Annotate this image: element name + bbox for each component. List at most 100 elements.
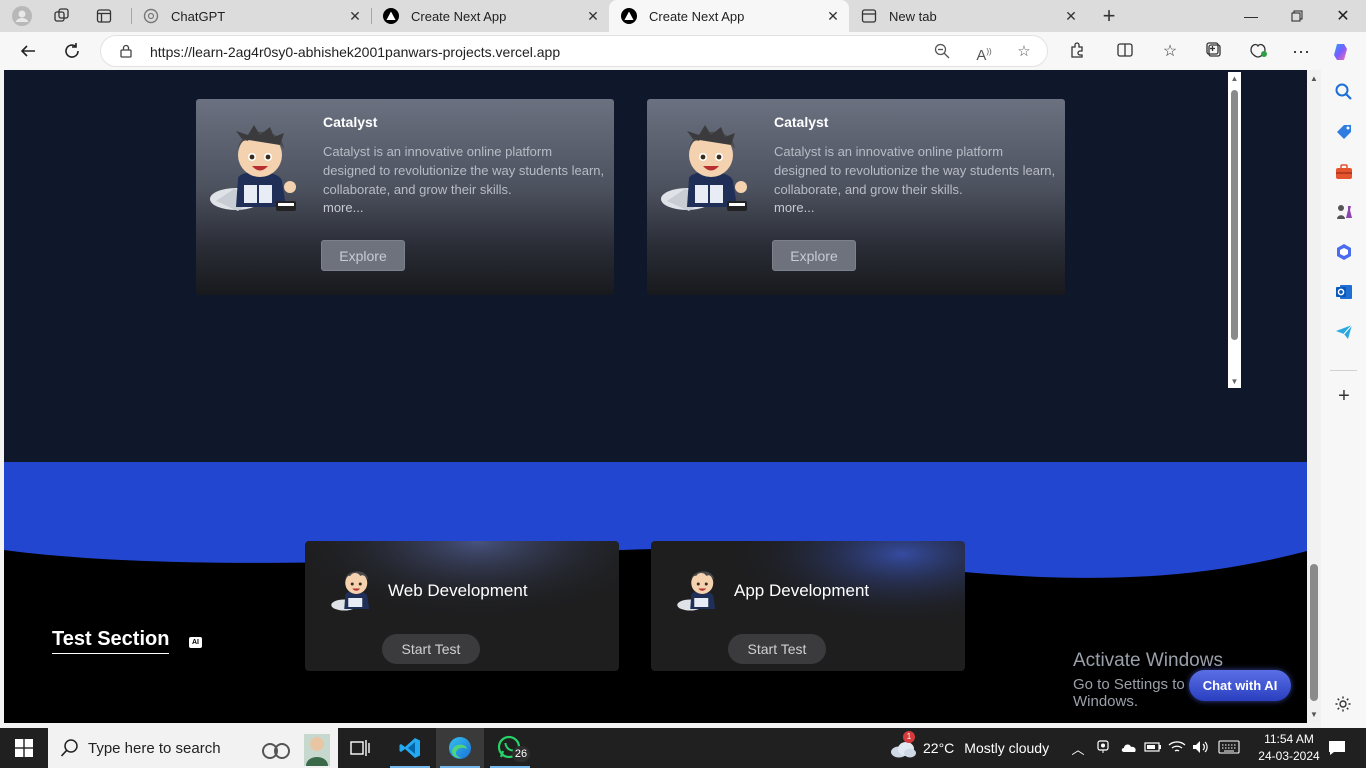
microsoft-365-icon[interactable] xyxy=(1334,242,1354,262)
keyboard-icon[interactable] xyxy=(1218,739,1242,757)
start-test-button[interactable]: Start Test xyxy=(382,634,480,664)
edge-browser-icon[interactable] xyxy=(436,728,484,768)
course-description: Catalyst is an innovative online platfor… xyxy=(323,144,605,197)
nextjs-triangle-icon xyxy=(383,8,399,24)
taskbar-search[interactable]: Type here to search xyxy=(48,728,338,768)
sidebar-divider xyxy=(1330,370,1357,371)
page-scrollbar[interactable]: ▲ ▼ xyxy=(1307,70,1321,723)
start-test-button[interactable]: Start Test xyxy=(728,634,826,664)
tools-briefcase-icon[interactable] xyxy=(1334,162,1354,182)
whatsapp-icon[interactable]: 26 xyxy=(486,728,534,768)
wifi-icon[interactable] xyxy=(1168,740,1186,757)
send-telegram-icon[interactable] xyxy=(1334,322,1354,342)
explore-button[interactable]: Explore xyxy=(772,240,856,271)
courses-scrollbar[interactable]: ▲ ▼ xyxy=(1228,72,1241,388)
temperature: 22°C xyxy=(923,740,955,756)
course-card: Catalyst Catalyst is an innovative onlin… xyxy=(196,99,614,295)
weather-condition: Mostly cloudy xyxy=(964,740,1050,756)
more-link[interactable]: more... xyxy=(774,200,814,215)
collections-icon[interactable] xyxy=(1203,41,1225,63)
scroll-up-arrow-icon[interactable]: ▲ xyxy=(1309,74,1319,83)
tab-chatgpt[interactable]: ChatGPT ✕ xyxy=(131,0,371,32)
scroll-down-arrow-icon[interactable]: ▼ xyxy=(1309,710,1319,719)
more-link[interactable]: more... xyxy=(323,200,363,215)
course-card: Catalyst Catalyst is an innovative onlin… xyxy=(647,99,1065,295)
tab-create-next-app-active[interactable]: Create Next App ✕ xyxy=(609,0,849,32)
tab-label: ChatGPT xyxy=(171,8,226,24)
outlook-icon[interactable] xyxy=(1334,282,1354,302)
scrollbar-thumb[interactable] xyxy=(1231,90,1238,340)
url-text[interactable]: https://learn-2ag4r0sy0-abhishek2001panw… xyxy=(150,44,560,60)
vscode-icon[interactable] xyxy=(386,728,434,768)
onedrive-cloud-icon[interactable] xyxy=(1120,741,1138,756)
copilot-icon[interactable] xyxy=(1331,41,1353,63)
show-hidden-icons-chevron-icon[interactable]: ︿ xyxy=(1070,739,1086,758)
tab-actions-icon[interactable] xyxy=(91,4,117,28)
task-view-icon[interactable] xyxy=(336,728,384,768)
test-card: Web Development Start Test xyxy=(305,541,619,671)
search-placeholder: Type here to search xyxy=(88,740,221,757)
tab-new-tab[interactable]: New tab ✕ xyxy=(849,0,1087,32)
restore-icon[interactable] xyxy=(1274,0,1320,32)
more-options-icon[interactable]: ⋯ xyxy=(1290,41,1312,63)
windows-start-icon[interactable] xyxy=(0,728,48,768)
favorites-icon[interactable]: ☆ xyxy=(1159,41,1181,63)
back-arrow-icon[interactable] xyxy=(14,37,42,65)
student-mascot-image xyxy=(208,119,303,219)
windows-taskbar: Type here to search 26 1 22°C Mostly clo… xyxy=(0,728,1366,768)
test-label: Web Development xyxy=(388,581,528,600)
read-aloud-icon[interactable]: A)) xyxy=(975,43,993,64)
close-tab-icon[interactable]: ✕ xyxy=(585,8,601,24)
chatgpt-icon xyxy=(143,8,159,24)
close-tab-icon[interactable]: ✕ xyxy=(825,8,841,24)
volume-speaker-icon[interactable] xyxy=(1192,740,1210,757)
refresh-icon[interactable] xyxy=(58,37,86,65)
tab-label: New tab xyxy=(889,8,937,24)
new-tab-page-icon xyxy=(861,8,877,24)
split-screen-icon[interactable] xyxy=(1114,41,1136,63)
whatsapp-unread-badge: 26 xyxy=(512,746,530,762)
student-mascot-image xyxy=(659,119,754,219)
lock-icon[interactable] xyxy=(119,44,133,58)
system-clock[interactable]: 11:54 AM 24-03-2024 xyxy=(1254,731,1324,765)
close-tab-icon[interactable]: ✕ xyxy=(347,8,363,24)
weather-alert-badge: 1 xyxy=(903,731,915,743)
tab-create-next-app[interactable]: Create Next App ✕ xyxy=(371,0,609,32)
notification-center-icon[interactable] xyxy=(1325,728,1349,768)
minimize-icon[interactable]: — xyxy=(1228,0,1274,32)
student-mascot-image xyxy=(329,565,379,615)
scroll-up-arrow-icon[interactable]: ▲ xyxy=(1229,74,1240,83)
profile-icon[interactable] xyxy=(9,4,35,28)
course-title: Catalyst xyxy=(323,114,378,130)
ai-badge-icon: AI xyxy=(189,637,202,648)
games-chess-icon[interactable] xyxy=(1334,202,1354,222)
close-window-icon[interactable]: ✕ xyxy=(1320,0,1366,32)
scrollbar-thumb[interactable] xyxy=(1310,564,1318,701)
address-bar[interactable]: https://learn-2ag4r0sy0-abhishek2001panw… xyxy=(100,35,1048,67)
browser-toolbar: https://learn-2ag4r0sy0-abhishek2001panw… xyxy=(0,32,1366,70)
close-tab-icon[interactable]: ✕ xyxy=(1063,8,1079,24)
scroll-down-arrow-icon[interactable]: ▼ xyxy=(1229,377,1240,386)
favorite-star-icon[interactable]: ☆ xyxy=(1015,43,1033,61)
course-description: Catalyst is an innovative online platfor… xyxy=(774,144,1056,197)
battery-icon[interactable] xyxy=(1144,741,1162,756)
new-tab-plus-icon[interactable]: + xyxy=(1096,3,1122,28)
search-icon[interactable] xyxy=(1334,82,1354,102)
chat-with-ai-button[interactable]: Chat with AI xyxy=(1189,670,1291,701)
zoom-out-icon[interactable] xyxy=(933,43,951,61)
clock-date: 24-03-2024 xyxy=(1258,749,1320,763)
test-section: Test Section AI Web Development Start Te… xyxy=(4,462,1307,723)
workspaces-icon[interactable] xyxy=(49,4,75,28)
browser-essentials-icon[interactable] xyxy=(1247,41,1269,63)
webcam-icon[interactable] xyxy=(1096,739,1112,757)
shopping-tag-icon[interactable] xyxy=(1334,122,1354,142)
page-viewport: Catalyst Catalyst is an innovative onlin… xyxy=(4,70,1307,723)
tab-label: Create Next App xyxy=(411,8,507,24)
browser-tab-strip: ChatGPT ✕ Create Next App ✕ Create Next … xyxy=(0,0,1366,32)
extensions-icon[interactable] xyxy=(1066,41,1088,63)
settings-gear-icon[interactable] xyxy=(1334,695,1354,715)
weather-widget[interactable]: 1 22°C Mostly cloudy xyxy=(889,728,1049,768)
add-plus-icon[interactable]: + xyxy=(1334,386,1354,406)
explore-button[interactable]: Explore xyxy=(321,240,405,271)
student-mascot-image xyxy=(675,565,725,615)
